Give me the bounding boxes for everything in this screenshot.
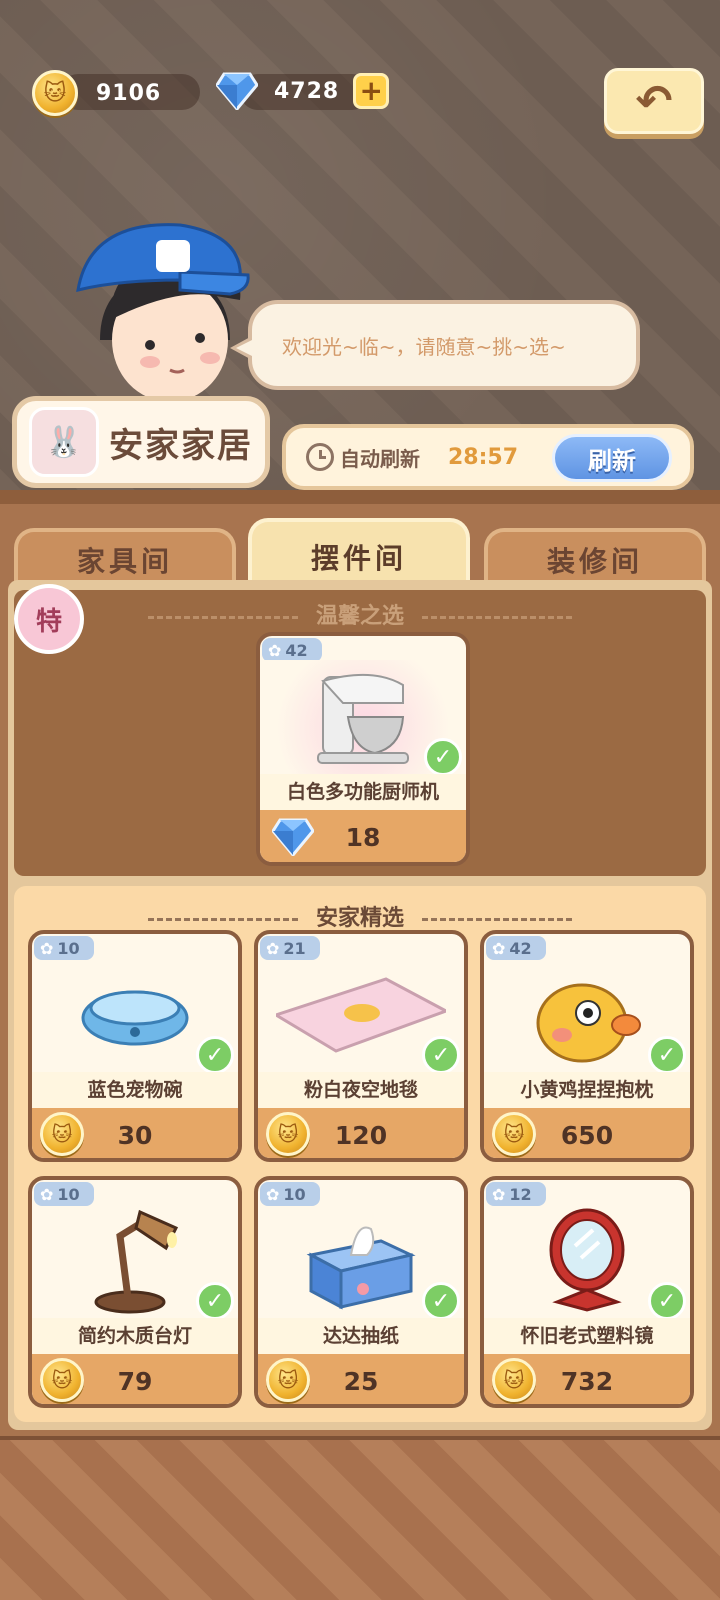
refresh-button[interactable]: 刷新 [552,434,672,482]
level-badge: ✿ 42 [486,936,546,960]
special-item-card[interactable]: ✿ 42 ✓ 白色多功能厨师机 18 [256,632,470,866]
owned-check-icon: ✓ [648,1036,686,1074]
flower-icon: ✿ [492,938,506,958]
owned-check-icon: ✓ [422,1036,460,1074]
greeting-bubble: 欢迎光~临~，请随意~挑~选~ [230,300,640,390]
price-bar: 🐱 79 [32,1354,238,1404]
item-name: 蓝色宠物碗 [32,1072,238,1108]
item-name: 小黄鸡捏捏抱枕 [484,1072,690,1108]
level-badge: ✿ 10 [260,1182,320,1206]
owned-check-icon: ✓ [648,1282,686,1320]
flower-icon: ✿ [268,640,282,660]
item-price: 30 [117,1120,153,1150]
flower-icon: ✿ [266,1184,280,1204]
price-bar: 🐱 25 [258,1354,464,1404]
owned-check-icon: ✓ [424,738,462,776]
shopkeeper-avatar [70,220,260,420]
flower-icon: ✿ [40,1184,54,1204]
special-badge: 特 [14,584,84,654]
floor-pattern [0,1440,720,1600]
coin-amount: 9106 [96,80,162,106]
flower-icon: ✿ [266,938,280,958]
level-badge: ✿ 12 [486,1182,546,1206]
item-price: 25 [343,1366,379,1396]
item-card-desk-lamp[interactable]: ✿ 10 ✓ 简约木质台灯 🐱 79 [28,1176,242,1408]
gem-counter: 4728 + [215,72,390,112]
item-card-pet-bowl[interactable]: ✿ 10 ✓ 蓝色宠物碗 🐱 30 [28,930,242,1162]
level-badge: ✿ 42 [262,638,322,662]
item-name: 白色多功能厨师机 [260,774,466,810]
price-bar: 🐱 732 [484,1354,690,1404]
auto-refresh-label: 自动刷新 [340,446,420,471]
price-bar: 18 [260,810,466,862]
owned-check-icon: ✓ [196,1282,234,1320]
item-price: 18 [345,822,381,852]
item-price: 650 [560,1120,614,1150]
shop-screen: { "currency": { "coins": "9106", "gems":… [0,0,720,1600]
coin-counter: 🐱 9106 [32,70,161,116]
back-button[interactable]: ↶ [604,68,704,134]
item-name: 达达抽纸 [258,1318,464,1354]
refresh-bar: 自动刷新 28:57 刷新 [282,424,694,490]
item-card-mirror[interactable]: ✿ 12 ✓ 怀旧老式塑料镜 🐱 732 [480,1176,694,1408]
back-arrow-icon: ↶ [635,75,673,127]
flower-icon: ✿ [492,1184,506,1204]
gem-icon [215,72,259,112]
greeting-text: 欢迎光~临~，请随意~挑~选~ [282,334,566,359]
item-name: 简约木质台灯 [32,1318,238,1354]
price-bar: 🐱 30 [32,1108,238,1158]
clock-icon [306,443,334,471]
level-badge: ✿ 21 [260,936,320,960]
special-section-title: 温馨之选 [0,598,720,630]
item-price: 120 [334,1120,388,1150]
refresh-timer: 28:57 [448,444,519,470]
flower-icon: ✿ [40,938,54,958]
owned-check-icon: ✓ [422,1282,460,1320]
add-gems-button[interactable]: + [353,73,390,109]
item-name: 粉白夜空地毯 [258,1072,464,1108]
shop-name: 安家家居 [109,425,253,466]
item-price: 79 [117,1366,153,1396]
tab-renovation[interactable]: 装修间 [484,528,706,588]
shop-sign: 🐰 安家家居 [12,396,270,488]
gem-amount: 4728 [274,78,340,104]
item-name: 怀旧老式塑料镜 [484,1318,690,1354]
owned-check-icon: ✓ [196,1036,234,1074]
item-card-chick-pillow[interactable]: ✿ 42 ✓ 小黄鸡捏捏抱枕 🐱 650 [480,930,694,1162]
level-badge: ✿ 10 [34,936,94,960]
price-bar: 🐱 650 [484,1108,690,1158]
coin-icon: 🐱 [32,70,78,116]
item-price: 732 [560,1366,614,1396]
tab-furniture[interactable]: 家具间 [14,528,236,588]
price-bar: 🐱 120 [258,1108,464,1158]
item-card-rug[interactable]: ✿ 21 ✓ 粉白夜空地毯 🐱 120 [254,930,468,1162]
selection-section-title: 安家精选 [0,900,720,932]
panel-top-trim [0,490,720,504]
level-badge: ✿ 10 [34,1182,94,1206]
item-card-tissue-box[interactable]: ✿ 10 ✓ 达达抽纸 🐱 25 [254,1176,468,1408]
rabbit-logo-icon: 🐰 [29,407,99,477]
